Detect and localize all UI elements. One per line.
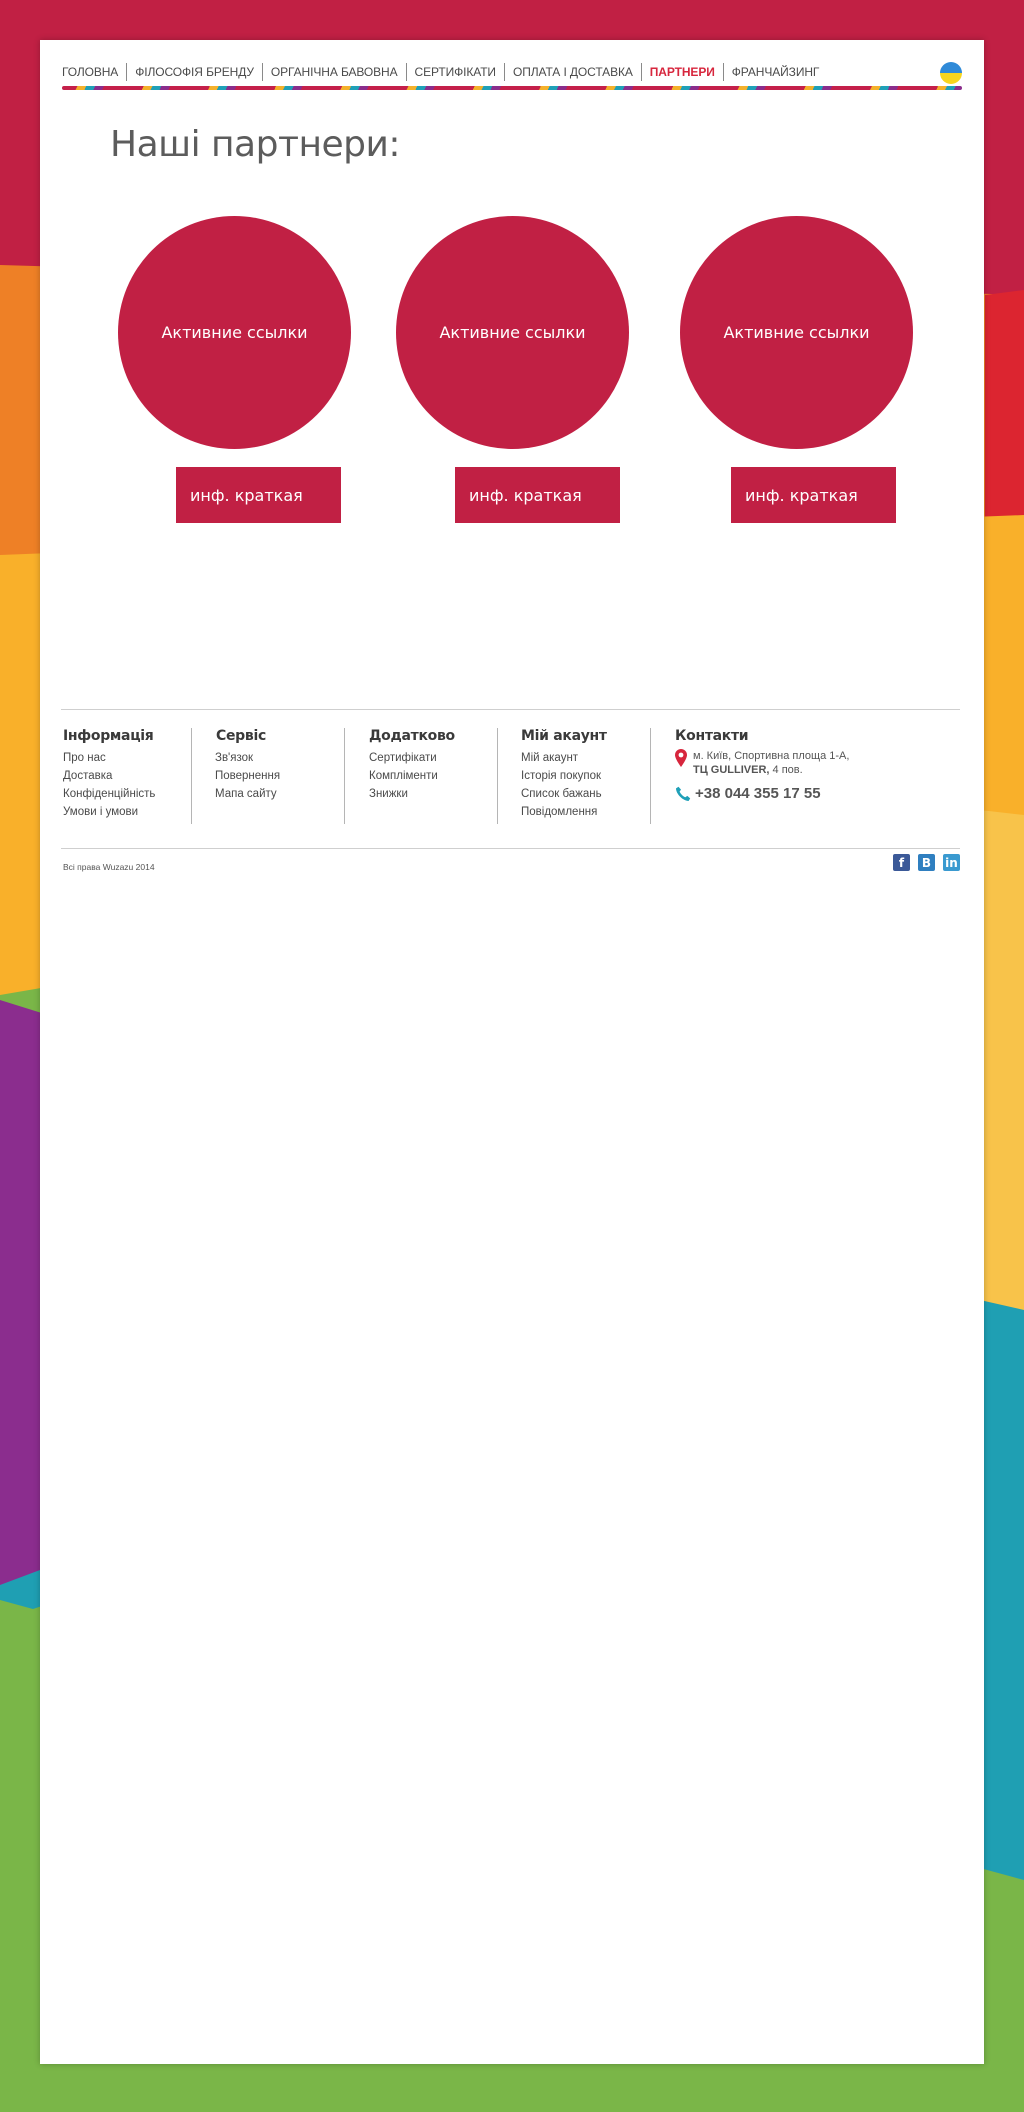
footer-divider-top <box>61 709 960 710</box>
footer-link[interactable]: Доставка <box>63 767 193 785</box>
footer-link[interactable]: Конфіденційність <box>63 785 193 803</box>
partner-link-circle[interactable]: Активние ссылки <box>680 216 913 449</box>
footer-column-title: Додатково <box>369 728 455 744</box>
partner-link-label: Активние ссылки <box>723 323 870 342</box>
page-container: ГОЛОВНА ФІЛОСОФІЯ БРЕНДУ ОРГАНІЧНА БАВОВНА… <box>40 40 984 2064</box>
footer-column-title: Контакти <box>675 728 749 744</box>
footer-link[interactable]: Мій акаунт <box>521 749 651 767</box>
footer-column-title: Інформація <box>63 728 154 744</box>
partner-link-label: Активние ссылки <box>439 323 586 342</box>
partner-card: Активние ссылки <box>396 216 629 449</box>
nav-item[interactable]: ПАРТНЕРИ <box>640 63 723 81</box>
partner-info-button[interactable]: инф. краткая <box>455 467 620 523</box>
footer-link[interactable]: Повідомлення <box>521 803 651 821</box>
nav-list: ГОЛОВНА ФІЛОСОФІЯ БРЕНДУ ОРГАНІЧНА БАВОВНА… <box>62 56 962 88</box>
footer-column-contacts: Контакти м. Київ, Спортивна площа 1-А, Т… <box>650 728 955 824</box>
map-pin-icon <box>675 749 687 767</box>
footer-column-title: Мій акаунт <box>521 728 607 744</box>
footer-link[interactable]: Умови і умови <box>63 803 193 821</box>
footer-link[interactable]: Список бажань <box>521 785 651 803</box>
footer-column-info: Інформація Про нас Доставка Конфіденційн… <box>63 728 193 824</box>
footer-divider-bottom <box>61 848 960 849</box>
decorative-stripe <box>62 86 962 90</box>
footer-column-extra: Додатково Сертифікати Компліменти Знижки <box>344 728 499 824</box>
ukraine-flag-icon[interactable] <box>940 62 962 84</box>
partner-link-circle[interactable]: Активние ссылки <box>396 216 629 449</box>
address-floor: 4 пов. <box>769 764 803 776</box>
nav-item[interactable]: ФРАНЧАЙЗИНГ <box>722 63 828 81</box>
partner-info-button[interactable]: инф. краткая <box>176 467 341 523</box>
page-title: Наші партнери: <box>110 124 401 165</box>
address-text: м. Київ, Спортивна площа 1-А, ТЦ GULLIVE… <box>693 749 849 777</box>
partner-card: Активние ссылки <box>118 216 351 449</box>
footer-link[interactable]: Знижки <box>369 785 499 803</box>
footer-link[interactable]: Історія покупок <box>521 767 651 785</box>
phone-row: +38 044 355 17 55 <box>675 785 955 802</box>
facebook-icon[interactable]: f <box>893 854 910 871</box>
social-links: f Bin <box>893 854 960 871</box>
linkedin-icon[interactable]: in <box>943 854 960 871</box>
phone-icon <box>676 786 691 801</box>
partner-info-button[interactable]: инф. краткая <box>731 467 896 523</box>
footer-link[interactable]: Сертифікати <box>369 749 499 767</box>
nav-item[interactable]: ГОЛОВНА <box>62 63 126 81</box>
address-mall: ТЦ GULLIVER, <box>693 764 770 776</box>
phone-number[interactable]: +38 044 355 17 55 <box>695 785 821 802</box>
footer-column-title: Сервіс <box>216 728 266 744</box>
nav-item[interactable]: ОРГАНІЧНА БАВОВНА <box>261 63 406 81</box>
copyright-text: Всі права Wuzazu 2014 <box>63 862 155 872</box>
nav-item[interactable]: СЕРТИФІКАТИ <box>405 63 504 81</box>
partner-link-circle[interactable]: Активние ссылки <box>118 216 351 449</box>
nav-item[interactable]: ФІЛОСОФІЯ БРЕНДУ <box>126 63 262 81</box>
partner-link-label: Активние ссылки <box>161 323 308 342</box>
footer-link[interactable]: Про нас <box>63 749 193 767</box>
vk-icon[interactable]: B <box>918 854 935 871</box>
main-nav: ГОЛОВНА ФІЛОСОФІЯ БРЕНДУ ОРГАНІЧНА БАВОВНА… <box>62 56 962 88</box>
footer-link[interactable]: Компліменти <box>369 767 499 785</box>
footer-link[interactable]: Мапа сайту <box>215 785 356 803</box>
footer-column-account: Мій акаунт Мій акаунт Історія покупок Сп… <box>497 728 651 824</box>
nav-item[interactable]: ОПЛАТА І ДОСТАВКА <box>503 63 641 81</box>
partner-card: Активние ссылки <box>680 216 913 449</box>
footer-column-service: Сервіс Зв'язок Повернення Мапа сайту <box>191 728 356 824</box>
footer-link[interactable]: Повернення <box>215 767 356 785</box>
footer-link[interactable]: Зв'язок <box>215 749 356 767</box>
address-line-1: м. Київ, Спортивна площа 1-А, <box>693 750 850 762</box>
address-row: м. Київ, Спортивна площа 1-А, ТЦ GULLIVE… <box>675 749 955 777</box>
